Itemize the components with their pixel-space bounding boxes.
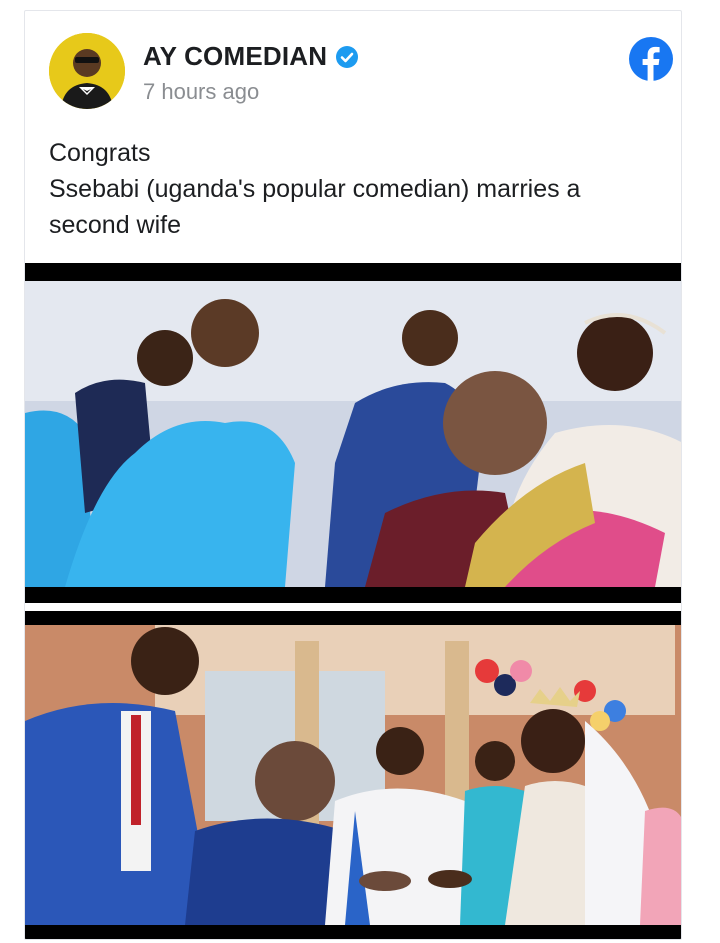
author-name[interactable]: AY COMEDIAN xyxy=(143,41,327,72)
post-card: AY COMEDIAN 7 hours ago Congrats Ssebabi… xyxy=(24,10,682,940)
wedding-photo-2-image xyxy=(25,611,681,939)
post-header: AY COMEDIAN 7 hours ago xyxy=(25,11,681,121)
avatar[interactable] xyxy=(49,33,125,109)
wedding-photo-1[interactable] xyxy=(25,263,681,603)
avatar-image xyxy=(49,33,125,109)
post-text-line-2: Ssebabi (uganda's popular comedian) marr… xyxy=(49,175,581,239)
post-timestamp[interactable]: 7 hours ago xyxy=(143,79,259,105)
wedding-photo-1-image xyxy=(25,263,681,603)
wedding-photo-2[interactable] xyxy=(25,603,681,939)
post-text-line-1: Congrats xyxy=(49,139,151,167)
facebook-logo-icon[interactable] xyxy=(629,37,673,81)
author-name-row[interactable]: AY COMEDIAN xyxy=(143,41,359,72)
post-body-text: Congrats Ssebabi (uganda's popular comed… xyxy=(49,135,649,243)
verified-badge-icon xyxy=(336,45,359,68)
